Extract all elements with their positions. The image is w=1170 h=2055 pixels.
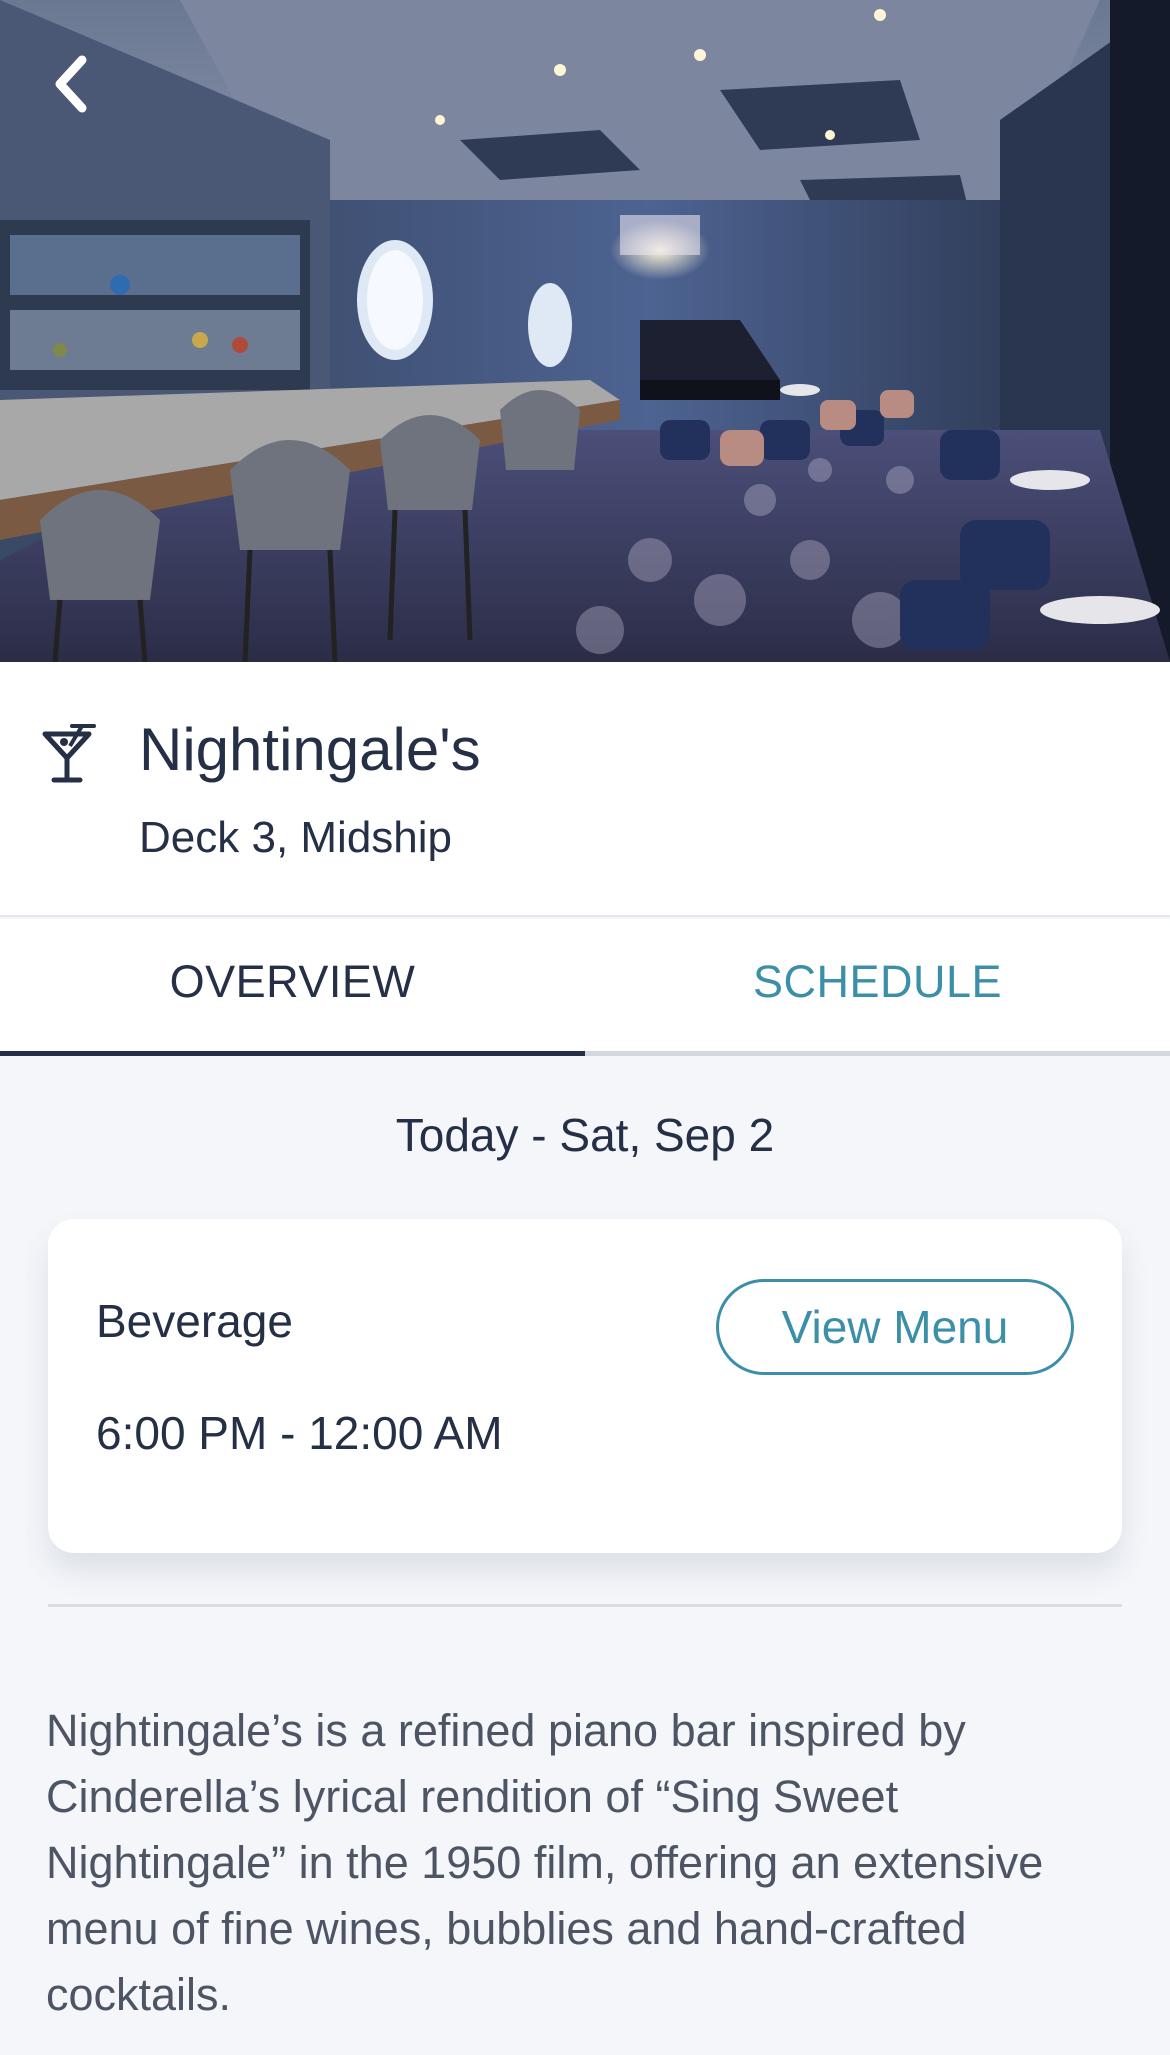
venue-location: Deck 3, Midship xyxy=(139,813,453,862)
tab-bar: OVERVIEW SCHEDULE xyxy=(0,919,1170,1056)
tab-schedule-underline xyxy=(585,1051,1170,1056)
venue-name: Nightingale's xyxy=(139,716,481,783)
back-button[interactable] xyxy=(38,48,102,120)
tab-overview-underline xyxy=(0,1051,585,1056)
tab-schedule-label: SCHEDULE xyxy=(752,955,1003,1007)
venue-description: Nightingale’s is a refined piano bar ins… xyxy=(46,1705,1044,2020)
tab-schedule[interactable]: SCHEDULE xyxy=(585,919,1170,1056)
schedule-date: Today - Sat, Sep 2 xyxy=(395,1109,775,1161)
chevron-left-icon xyxy=(55,55,87,113)
cocktail-icon xyxy=(42,722,98,784)
venue-hero-photo xyxy=(0,0,1170,662)
view-menu-button[interactable]: View Menu xyxy=(716,1279,1074,1375)
hours-card: Beverage View Menu 6:00 PM - 12:00 AM xyxy=(48,1219,1122,1553)
venue-header xyxy=(0,662,1170,917)
tab-overview[interactable]: OVERVIEW xyxy=(0,919,585,1056)
hours-card-time: 6:00 PM - 12:00 AM xyxy=(96,1407,503,1459)
hours-card-type: Beverage xyxy=(96,1295,293,1347)
section-divider xyxy=(48,1604,1122,1607)
tab-overview-label: OVERVIEW xyxy=(169,955,416,1007)
